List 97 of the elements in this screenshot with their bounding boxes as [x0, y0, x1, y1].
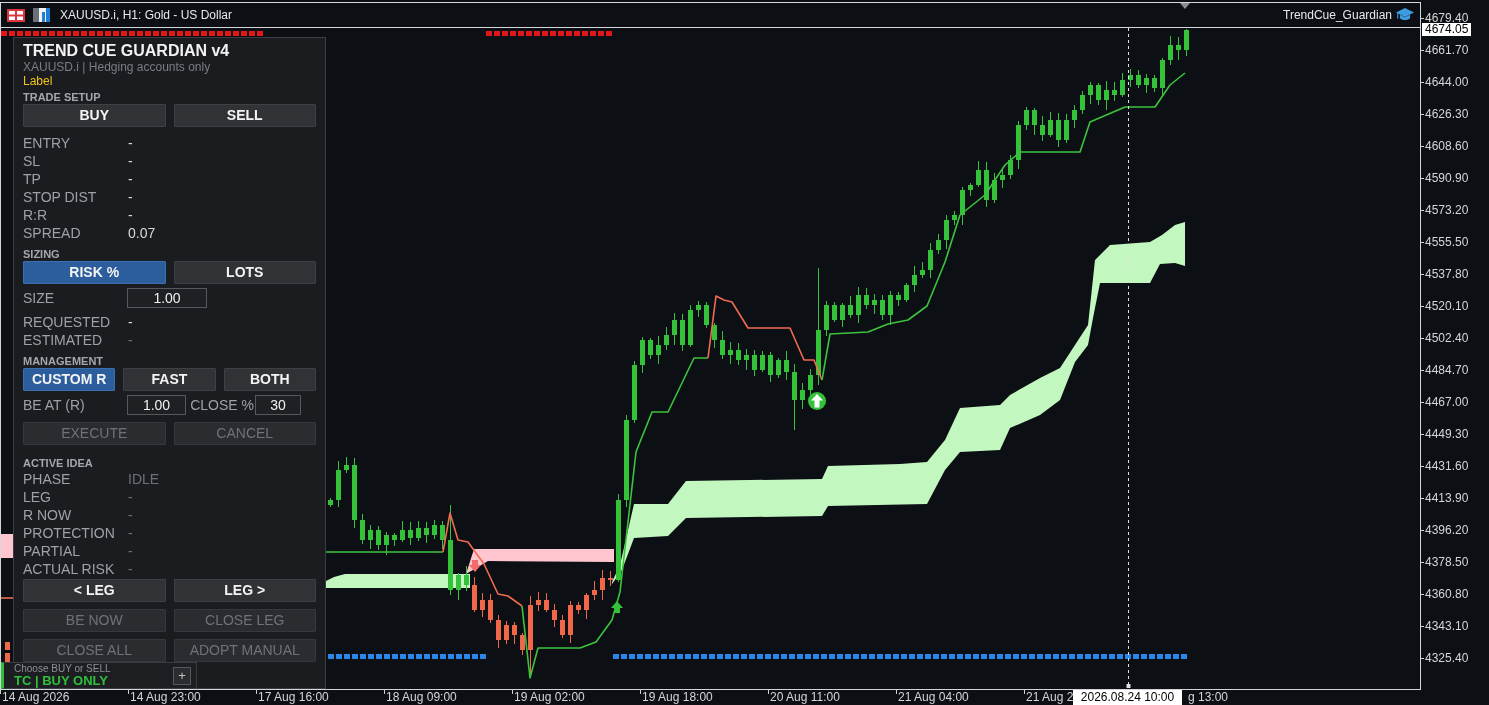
price-label: 4661.70 — [1425, 43, 1469, 57]
price-label: 4502.40 — [1425, 331, 1469, 345]
field-value: IDLE — [128, 471, 160, 487]
field-value: 0.07 — [128, 225, 156, 241]
time-label: 14 Aug 23:00 — [130, 690, 201, 704]
field-value: - — [128, 153, 133, 169]
field-value: - — [128, 543, 133, 559]
section-heading: MANAGEMENT — [23, 355, 105, 367]
up-arrow-icon — [611, 601, 623, 613]
price-label: 4520.10 — [1425, 299, 1469, 313]
section-heading: TRADE SETUP — [23, 91, 102, 103]
field-label: PHASE — [23, 471, 71, 487]
price-label: 4679.40 — [1425, 11, 1469, 25]
field-value: - — [128, 489, 133, 505]
field-label: PARTIAL — [23, 543, 81, 559]
price-label: 4325.40 — [1425, 651, 1469, 665]
field-label: CLOSE % — [190, 397, 255, 413]
price-label: 4573.20 — [1425, 203, 1469, 217]
field-value: - — [128, 314, 133, 330]
field-label: SIZE — [23, 290, 55, 306]
time-label: 19 Aug 02:00 — [514, 690, 585, 704]
price-label: 4484.70 — [1425, 363, 1469, 377]
time-label: 19 Aug 18:00 — [642, 690, 713, 704]
option-button[interactable]: SELL — [173, 104, 316, 127]
panel-title: TREND CUE GUARDIAN v4 — [23, 41, 231, 61]
field-value: - — [128, 207, 133, 223]
panel-label: Label — [23, 74, 54, 88]
chart-title: XAUUSD.i, H1: Gold - US Dollar — [60, 8, 233, 22]
action-button[interactable]: LEG > — [173, 579, 316, 602]
field-value: - — [128, 507, 133, 523]
expert-name: TrendCue_Guardian — [1283, 8, 1392, 22]
option-button[interactable]: LOTS — [173, 261, 316, 284]
window-icon[interactable] — [33, 8, 50, 22]
field-label: BE AT (R) — [23, 397, 85, 413]
field-value: - — [128, 135, 133, 151]
price-label: 4555.50 — [1425, 235, 1469, 249]
price-label: 4343.10 — [1425, 619, 1469, 633]
grid-icon[interactable] — [7, 8, 25, 22]
panel-subtitle: XAUUSD.i | Hedging accounts only — [23, 61, 212, 74]
field-value: - — [128, 189, 133, 205]
field-value: - — [128, 525, 133, 541]
number-field[interactable]: 1.00 — [127, 288, 207, 308]
resistance-line — [1, 597, 14, 599]
price-label: 4467.00 — [1425, 395, 1469, 409]
mode-text: TC | BUY ONLY — [14, 674, 109, 688]
field-label: SL — [23, 153, 41, 169]
resistance-band — [1, 534, 13, 558]
field-label: STOP DIST — [23, 189, 97, 205]
price-label: 4626.30 — [1425, 107, 1469, 121]
up-arrow-circle-icon — [808, 392, 826, 410]
number-field[interactable]: 30 — [255, 395, 301, 415]
current-price-label: 4674.05 — [1422, 23, 1472, 36]
option-button[interactable]: RISK % — [23, 261, 166, 284]
add-button[interactable]: + — [173, 666, 191, 685]
field-label: ESTIMATED — [23, 332, 103, 348]
time-label: 14 Aug 2026 — [2, 690, 70, 704]
field-value: - — [128, 332, 133, 348]
field-label: R:R — [23, 207, 48, 223]
time-label: 20 Aug 11:00 — [770, 690, 840, 704]
time-label: 21 Aug 04:00 — [898, 690, 969, 704]
triangle-icon — [1180, 3, 1190, 9]
field-label: R NOW — [23, 507, 72, 523]
section-heading: ACTIVE IDEA — [23, 457, 94, 469]
field-label: PROTECTION — [23, 525, 115, 541]
field-value: - — [128, 561, 133, 577]
field-label: TP — [23, 171, 41, 187]
price-label: 4644.00 — [1425, 75, 1469, 89]
section-heading: SIZING — [23, 248, 61, 260]
price-label: 4608.60 — [1425, 139, 1469, 153]
time-label: 18 Aug 09:00 — [386, 690, 457, 704]
action-button[interactable]: < LEG — [23, 579, 166, 602]
time-label: 17 Aug 16:00 — [258, 690, 329, 704]
option-button[interactable]: CUSTOM R — [23, 368, 116, 391]
number-field[interactable]: 1.00 — [127, 395, 186, 415]
field-label: LEG — [23, 489, 51, 505]
price-label: 4590.90 — [1425, 171, 1469, 185]
price-label: 4413.90 — [1425, 491, 1469, 505]
price-label: 4396.20 — [1425, 523, 1469, 537]
price-label: 4449.30 — [1425, 427, 1469, 441]
time-label: g 13:00 — [1187, 690, 1228, 704]
time-label: 21 Aug 2 — [1026, 690, 1074, 704]
option-button[interactable]: FAST — [123, 368, 216, 391]
price-label: 4431.60 — [1425, 459, 1469, 473]
hint-text: Choose BUY or SELL — [14, 663, 111, 674]
down-arrow-icon — [469, 560, 481, 572]
price-label: 4378.50 — [1425, 555, 1469, 569]
price-label: 4360.80 — [1425, 587, 1469, 601]
field-label: REQUESTED — [23, 314, 111, 330]
price-label: 4537.80 — [1425, 267, 1469, 281]
field-label: ACTUAL RISK — [23, 561, 115, 577]
graduation-cap-icon[interactable] — [1396, 8, 1414, 22]
field-label: ENTRY — [23, 135, 71, 151]
crosshair-time-label: 2026.08.24 10:00 — [1073, 690, 1182, 705]
field-value: - — [128, 171, 133, 187]
option-button[interactable]: BOTH — [223, 368, 316, 391]
option-button[interactable]: BUY — [23, 104, 166, 127]
field-label: SPREAD — [23, 225, 81, 241]
